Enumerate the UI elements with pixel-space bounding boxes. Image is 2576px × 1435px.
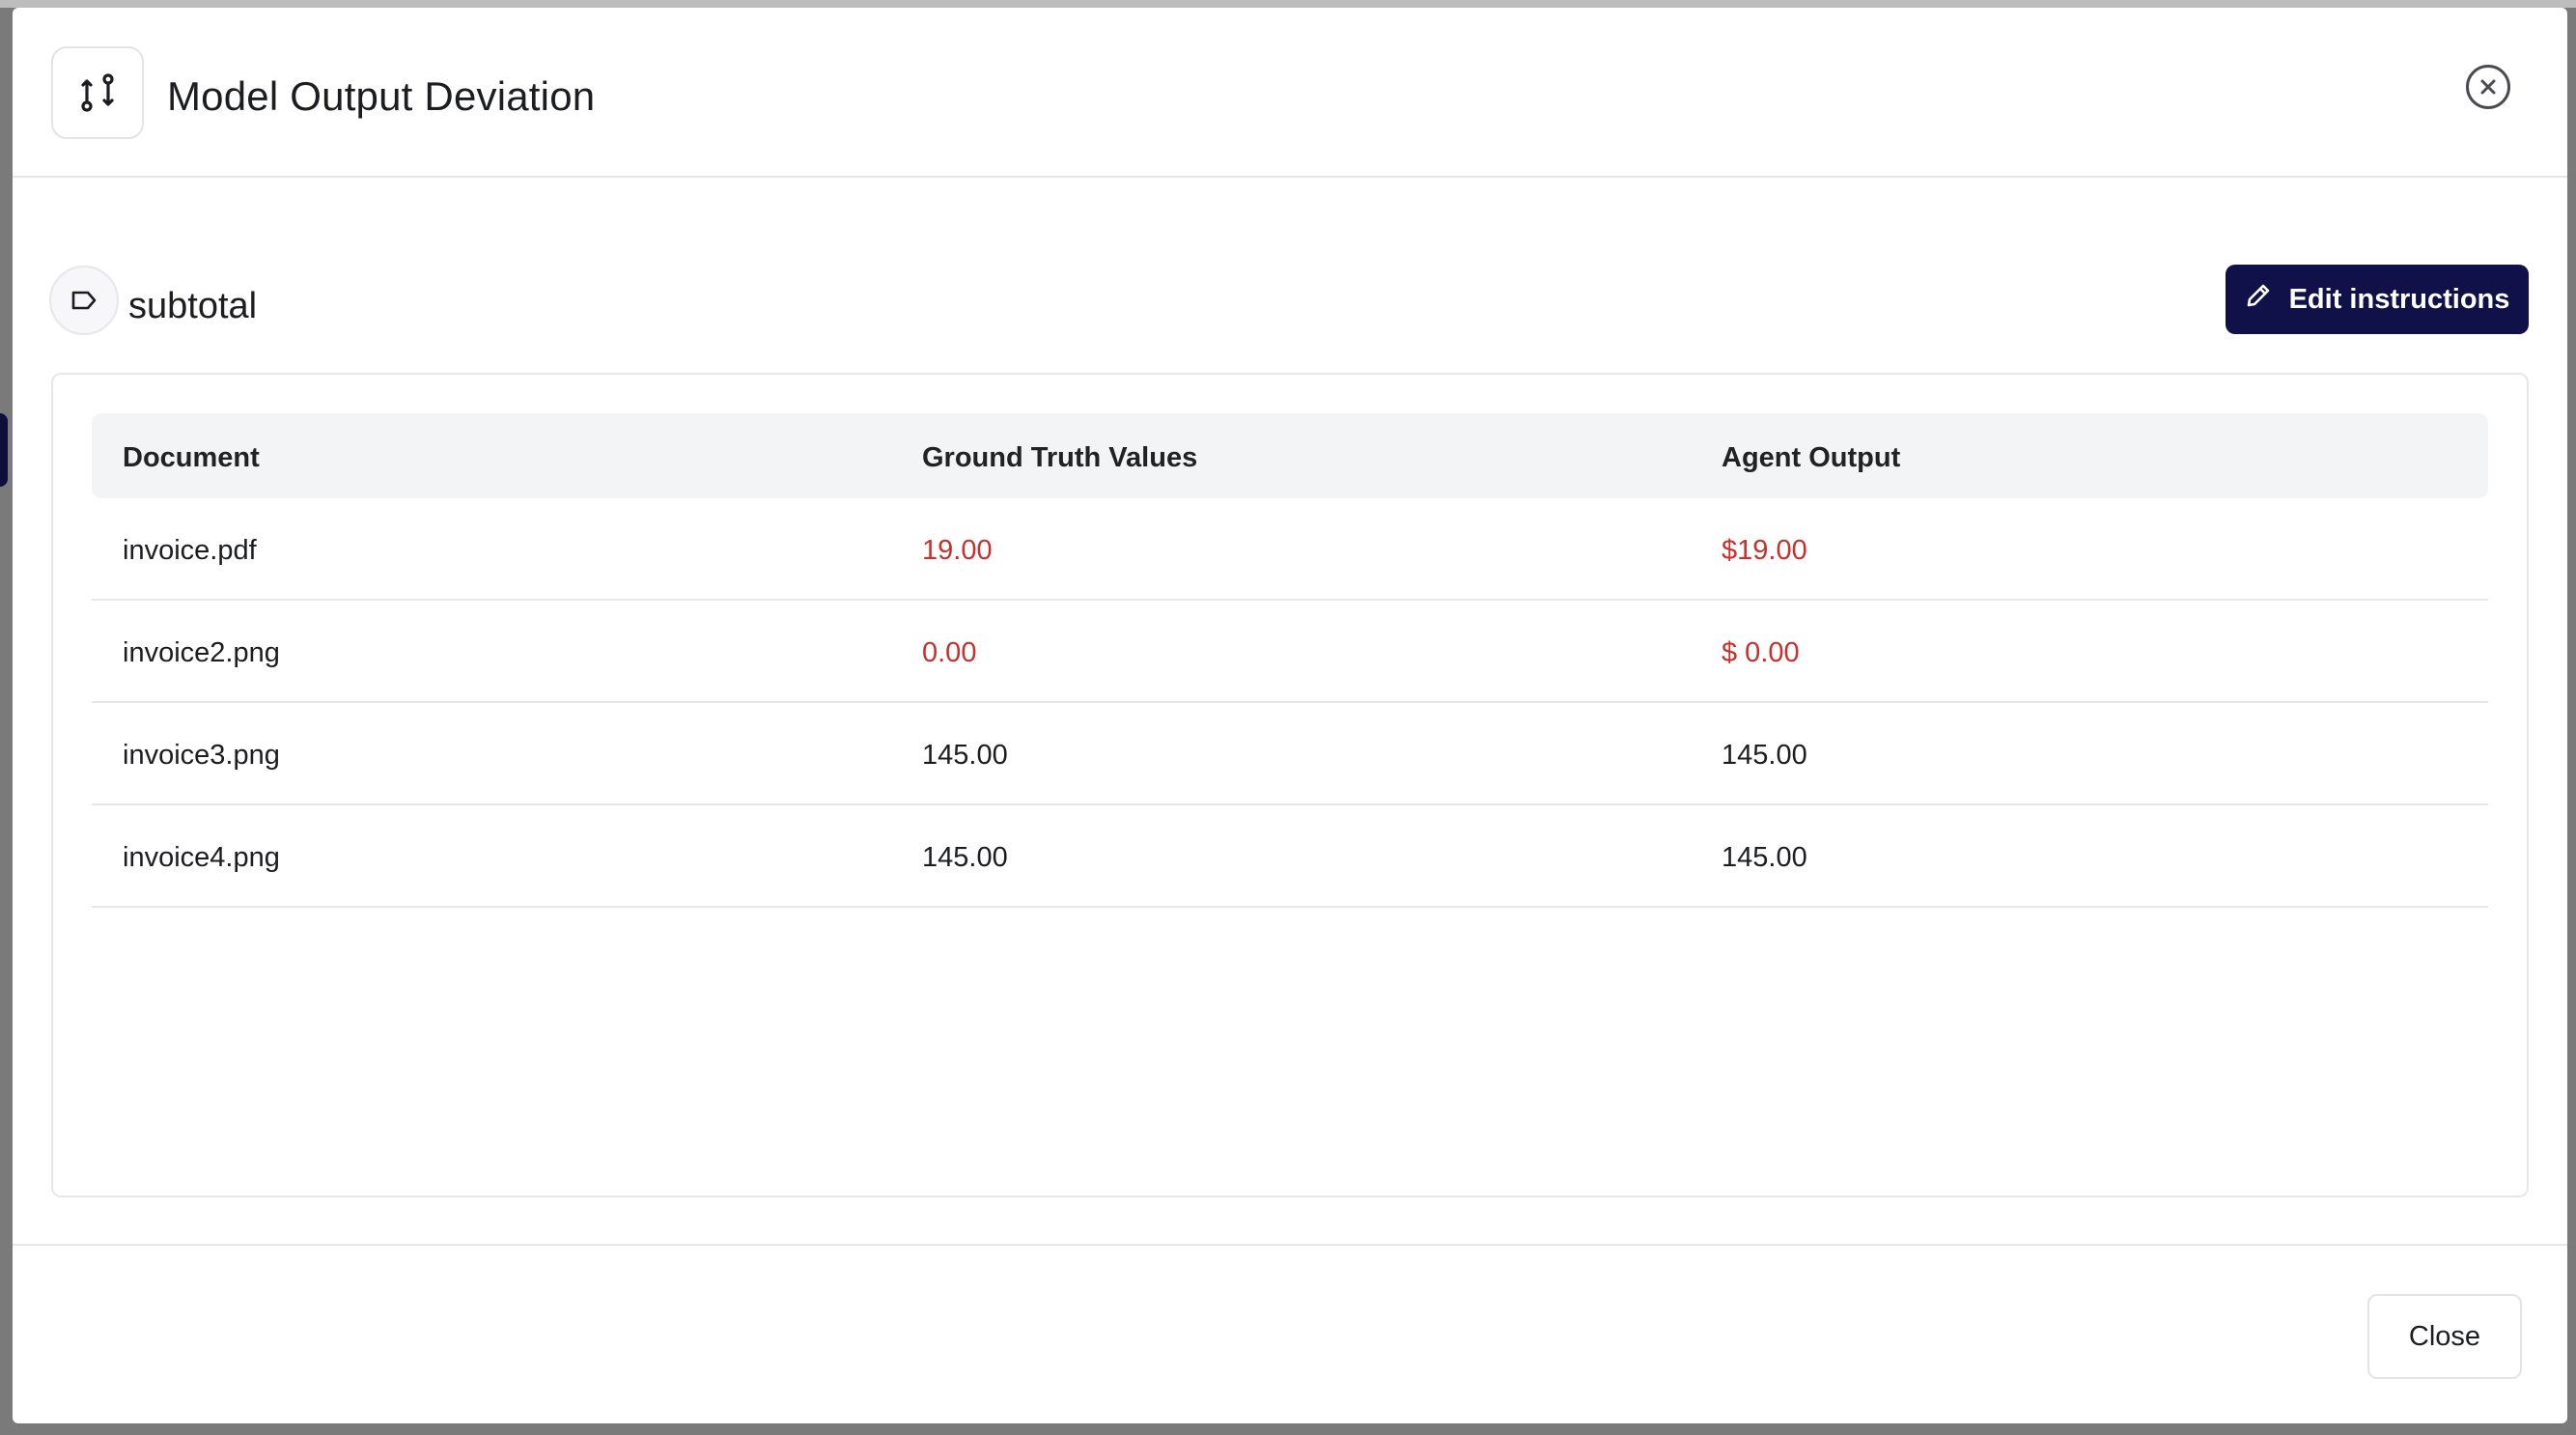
ground-truth-cell: 0.00 xyxy=(922,637,977,668)
document-cell: invoice.pdf xyxy=(123,535,257,566)
deviation-table: Document Ground Truth Values Agent Outpu… xyxy=(51,373,2529,1197)
agent-output-cell: 145.00 xyxy=(1722,842,1807,873)
modal-title: Model Output Deviation xyxy=(167,73,596,119)
ground-truth-cell: 19.00 xyxy=(922,535,993,566)
agent-output-cell: $ 0.00 xyxy=(1722,637,1800,668)
agent-output-cell: 145.00 xyxy=(1722,740,1807,771)
header-ground-truth: Ground Truth Values xyxy=(922,442,1198,473)
document-cell: invoice3.png xyxy=(123,740,280,771)
table-row: invoice2.png 0.00 $ 0.00 xyxy=(92,601,2488,703)
document-cell: invoice4.png xyxy=(123,842,280,873)
edit-instructions-button[interactable]: Edit instructions xyxy=(2226,265,2529,334)
agent-output-cell: $19.00 xyxy=(1722,535,1807,566)
modal-footer: Close xyxy=(13,1244,2567,1423)
edit-instructions-label: Edit instructions xyxy=(2288,283,2510,315)
close-button[interactable]: Close xyxy=(2367,1294,2522,1379)
background-page-top xyxy=(0,0,2576,8)
table-row: invoice3.png 145.00 145.00 xyxy=(92,703,2488,805)
table-row: invoice4.png 145.00 145.00 xyxy=(92,805,2488,908)
header-document: Document xyxy=(123,442,260,473)
modal-header: Model Output Deviation xyxy=(13,8,2567,178)
close-icon[interactable] xyxy=(2466,65,2510,109)
git-compare-icon xyxy=(51,46,144,139)
header-agent-output: Agent Output xyxy=(1722,442,1901,473)
deviation-modal: Model Output Deviation subtotal Edit ins… xyxy=(13,8,2567,1423)
ground-truth-cell: 145.00 xyxy=(922,842,1008,873)
table-header: Document Ground Truth Values Agent Outpu… xyxy=(92,413,2488,498)
ground-truth-cell: 145.00 xyxy=(922,740,1008,771)
pencil-icon xyxy=(2245,282,2272,317)
document-cell: invoice2.png xyxy=(123,637,280,668)
background-sidebar-tab xyxy=(0,413,8,487)
table-row: invoice.pdf 19.00 $19.00 xyxy=(92,498,2488,601)
tag-icon xyxy=(49,266,119,335)
field-name: subtotal xyxy=(128,286,258,326)
